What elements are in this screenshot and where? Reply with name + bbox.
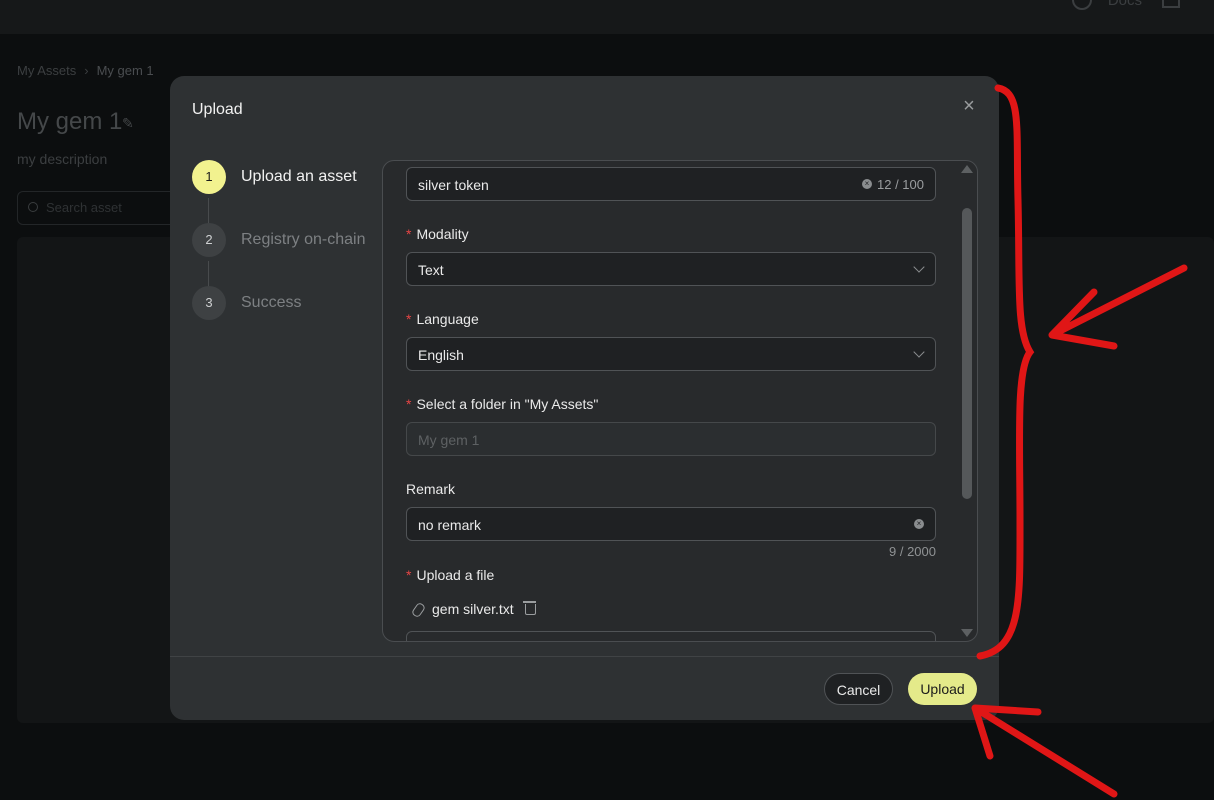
- language-label: * Language: [406, 311, 479, 327]
- step-upload-asset: 1 Upload an asset: [192, 160, 392, 196]
- upload-dropzone[interactable]: [406, 631, 936, 641]
- step-number: 1: [192, 160, 226, 194]
- folder-label: * Select a folder in "My Assets": [406, 396, 599, 412]
- page-description: my description: [17, 151, 108, 167]
- remark-value: no remark: [418, 517, 482, 533]
- step-success: 3 Success: [192, 286, 392, 322]
- breadcrumb-my-assets[interactable]: My Assets: [17, 63, 76, 78]
- chevron-down-icon: [913, 346, 925, 358]
- step-label: Upload an asset: [241, 168, 357, 185]
- step-connector: [208, 261, 209, 287]
- clear-icon[interactable]: ×: [914, 519, 924, 529]
- help-icon[interactable]: [1072, 0, 1092, 10]
- remark-count: 9 / 2000: [889, 544, 936, 559]
- asset-name-input[interactable]: silver token × 12 / 100: [406, 167, 936, 201]
- asset-name-value: silver token: [418, 177, 489, 193]
- folder-value: My gem 1: [418, 432, 480, 448]
- cancel-button[interactable]: Cancel: [824, 673, 893, 705]
- step-number: 3: [192, 286, 226, 320]
- remark-label: Remark: [406, 481, 456, 497]
- modality-select[interactable]: Text: [406, 252, 936, 286]
- paperclip-icon: [410, 601, 427, 619]
- remark-input[interactable]: no remark ×: [406, 507, 936, 541]
- search-input[interactable]: Search asset: [17, 191, 179, 225]
- upload-modal: Upload × 1 Upload an asset 2 Registry on…: [170, 76, 999, 720]
- step-label: Registry on-chain: [241, 231, 366, 248]
- scroll-down-icon[interactable]: [961, 629, 973, 637]
- breadcrumb-current: My gem 1: [96, 63, 154, 78]
- language-select[interactable]: English: [406, 337, 936, 371]
- trash-icon[interactable]: [523, 601, 536, 615]
- edit-icon[interactable]: ✎: [122, 115, 134, 132]
- close-icon[interactable]: ×: [959, 96, 979, 116]
- step-registry-on-chain: 2 Registry on-chain: [192, 223, 392, 259]
- file-label: * Upload a file: [406, 567, 495, 583]
- footer-divider: [170, 656, 999, 657]
- modality-value: Text: [418, 262, 444, 278]
- modal-title: Upload: [192, 101, 243, 118]
- file-name: gem silver.txt: [432, 601, 514, 617]
- docs-link[interactable]: Docs: [1108, 0, 1142, 9]
- page-title: My gem 1: [17, 108, 123, 135]
- modality-label: * Modality: [406, 226, 469, 242]
- upload-button[interactable]: Upload: [908, 673, 977, 705]
- language-value: English: [418, 347, 464, 363]
- breadcrumb: My Assets › My gem 1: [17, 63, 154, 78]
- step-number: 2: [192, 223, 226, 257]
- scroll-up-icon[interactable]: [961, 165, 973, 173]
- upload-form: silver token × 12 / 100 * Modality Text *…: [382, 160, 978, 642]
- folder-field: My gem 1: [406, 422, 936, 456]
- scrollbar-thumb[interactable]: [962, 208, 972, 499]
- chevron-down-icon: [913, 261, 925, 273]
- chevron-right-icon: ›: [84, 63, 89, 78]
- search-icon: [28, 202, 38, 212]
- top-bar: Docs: [0, 0, 1214, 34]
- step-label: Success: [241, 294, 302, 311]
- asset-name-count: 12 / 100: [877, 177, 924, 192]
- bell-icon[interactable]: [1162, 0, 1180, 8]
- step-connector: [208, 198, 209, 224]
- clear-icon[interactable]: ×: [862, 179, 872, 189]
- search-placeholder: Search asset: [46, 200, 122, 215]
